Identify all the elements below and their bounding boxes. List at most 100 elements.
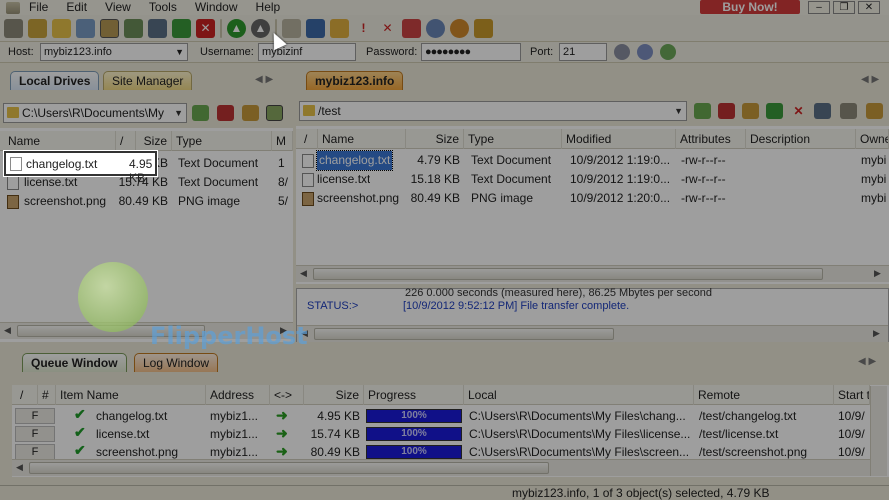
settings-icon[interactable] <box>426 18 445 38</box>
col-direction[interactable]: <-> <box>270 385 304 405</box>
wand-icon[interactable] <box>28 18 47 38</box>
local-path-combo[interactable]: C:\Users\R\Documents\My ▼ <box>3 103 187 123</box>
col-owner[interactable]: Owne <box>856 129 889 149</box>
menu-help[interactable]: Help <box>247 0 290 15</box>
delete-icon[interactable]: ✕ <box>378 19 397 38</box>
scroll-thumb[interactable] <box>313 268 823 280</box>
queue-row[interactable]: F ✔ changelog.txt mybiz1... ➜ 4.95 KB 100% C:\U… <box>12 406 870 425</box>
col-modified[interactable]: Modified <box>562 129 676 149</box>
chevron-down-icon[interactable]: ▼ <box>674 102 683 120</box>
port-input[interactable]: 21 <box>559 43 607 61</box>
host-input[interactable]: mybiz123.info ▼ <box>40 43 188 61</box>
col-remote[interactable]: Remote <box>694 385 834 405</box>
col-sort[interactable]: / <box>16 385 38 405</box>
col-number[interactable]: # <box>38 385 56 405</box>
col-size[interactable]: Size <box>136 131 172 151</box>
sync-icon[interactable] <box>124 18 143 38</box>
quick-connect-icon[interactable] <box>614 44 630 60</box>
refresh-icon[interactable] <box>172 18 191 38</box>
remote-file-row[interactable]: license.txt 15.18 KB Text Document 10/9/201… <box>296 170 889 189</box>
up-folder-icon[interactable] <box>694 103 711 119</box>
chevron-down-icon[interactable]: ▼ <box>175 44 184 60</box>
permissions-icon[interactable] <box>840 103 857 119</box>
col-progress[interactable]: Progress <box>364 385 464 405</box>
menu-edit[interactable]: Edit <box>57 0 96 15</box>
restore-button[interactable]: ❐ <box>833 1 855 14</box>
col-start-time[interactable]: Start t <box>834 385 870 405</box>
scroll-left-icon[interactable]: ◀ <box>4 325 11 336</box>
tab-remote-site[interactable]: mybiz123.info <box>306 71 404 90</box>
remote-path-combo[interactable]: /test ▼ <box>299 101 687 121</box>
close-window-button[interactable]: ✕ <box>858 1 880 14</box>
new-folder-icon[interactable] <box>242 105 259 121</box>
tab-site-manager[interactable]: Site Manager <box>103 71 193 90</box>
remote-hscrollbar[interactable]: ◀ ▶ <box>296 265 889 282</box>
col-type[interactable]: Type <box>464 129 562 149</box>
local-file-row[interactable]: screenshot.png 80.49 KB PNG image 5/ <box>0 192 293 211</box>
menu-tools[interactable]: Tools <box>140 0 186 15</box>
gear-icon[interactable] <box>637 44 653 60</box>
file-modified: 10/9/2012 1:19:0... <box>570 153 671 167</box>
col-size[interactable]: Size <box>304 385 364 405</box>
highlighted-file-callout[interactable]: changelog.txt 4.95 KB <box>4 151 157 185</box>
add-site-icon[interactable] <box>660 44 676 60</box>
new-folder-icon[interactable] <box>742 103 759 119</box>
log-hscrollbar[interactable]: ◀ ▶ <box>297 325 888 342</box>
col-name[interactable]: Name <box>4 131 116 151</box>
shield-icon[interactable] <box>474 18 493 38</box>
tab-local-drives[interactable]: Local Drives <box>10 71 100 90</box>
link-icon[interactable] <box>76 18 95 38</box>
sitemap-icon[interactable] <box>148 18 167 38</box>
scroll-thumb[interactable] <box>314 328 614 340</box>
col-item-name[interactable]: Item Name <box>56 385 206 405</box>
scroll-thumb[interactable] <box>29 462 549 474</box>
bookmark-icon[interactable] <box>217 105 234 121</box>
scroll-right-icon[interactable]: ▶ <box>873 328 880 339</box>
new-site-icon[interactable] <box>52 18 71 38</box>
disconnect-icon[interactable] <box>4 18 23 38</box>
col-type[interactable]: Type <box>172 131 272 151</box>
tab-scroll-arrows[interactable]: ◀ ▶ <box>861 74 879 85</box>
menu-file[interactable]: File <box>20 0 57 15</box>
minimize-button[interactable]: – <box>808 1 830 14</box>
refresh-icon[interactable] <box>766 103 783 119</box>
stop-icon[interactable]: ✕ <box>196 18 215 38</box>
connect-up-icon[interactable]: ▲ <box>227 18 246 38</box>
menu-window[interactable]: Window <box>186 0 247 15</box>
chevron-down-icon[interactable]: ▼ <box>174 104 183 122</box>
col-size[interactable]: Size <box>406 129 464 149</box>
password-input[interactable]: ●●●●●●●● <box>421 43 521 61</box>
col-address[interactable]: Address <box>206 385 270 405</box>
up-folder-icon[interactable] <box>192 105 209 121</box>
col-attributes[interactable]: Attributes <box>676 129 746 149</box>
queue-hscrollbar[interactable]: ◀ <box>12 459 870 476</box>
help-icon[interactable] <box>450 18 469 38</box>
tab-scroll-arrows[interactable]: ◀ ▶ <box>858 356 876 367</box>
queue-icon[interactable] <box>282 18 301 38</box>
buy-now-button[interactable]: Buy Now! <box>700 0 800 14</box>
exclamation-icon[interactable]: ! <box>354 19 373 38</box>
new-file-icon[interactable] <box>866 103 883 119</box>
col-description[interactable]: Description <box>746 129 856 149</box>
remote-file-row[interactable]: changelog.txt 4.79 KB Text Document 10/9/20… <box>296 150 889 171</box>
scroll-right-icon[interactable]: ▶ <box>874 268 881 279</box>
check-icon[interactable] <box>402 18 421 38</box>
col-local[interactable]: Local <box>464 385 694 405</box>
menu-view[interactable]: View <box>96 0 140 15</box>
bookmark-icon[interactable] <box>718 103 735 119</box>
queue-row[interactable]: F ✔ license.txt mybiz1... ➜ 15.74 KB 100% C:\Us… <box>12 424 870 443</box>
view-icon[interactable] <box>306 18 325 38</box>
col-sort[interactable]: / <box>116 131 136 151</box>
folder-new-icon[interactable] <box>330 18 349 38</box>
edit-pencil-icon[interactable] <box>100 18 119 38</box>
sync-browse-icon[interactable] <box>266 105 283 121</box>
properties-icon[interactable] <box>814 103 831 119</box>
tab-scroll-arrows[interactable]: ◀ ▶ <box>255 74 273 85</box>
col-name[interactable]: Name <box>318 129 406 149</box>
queue-vscrollbar[interactable] <box>870 386 887 476</box>
scroll-left-icon[interactable]: ◀ <box>16 462 23 473</box>
remote-file-row[interactable]: screenshot.png 80.49 KB PNG image 10/9/2012… <box>296 189 889 208</box>
delete-icon[interactable]: ✕ <box>790 103 807 119</box>
col-modified[interactable]: M <box>272 131 293 151</box>
col-sort[interactable]: / <box>300 129 318 149</box>
